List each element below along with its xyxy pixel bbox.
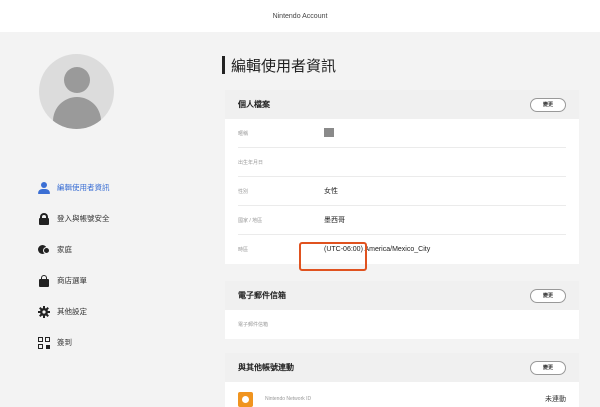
linked-accounts-header: 與其他帳號連動 變更: [225, 353, 579, 382]
sidebar-item-login-security[interactable]: 登入與帳號安全: [38, 203, 198, 234]
sidebar-item-edit-user-info[interactable]: 編輯使用者資訊: [38, 172, 198, 203]
sidebar-item-label: 家庭: [57, 245, 72, 254]
profile-row-country: 國家 / 地區 墨西哥: [238, 206, 566, 235]
profile-card-title: 個人檔案: [238, 100, 270, 109]
email-row: 電子郵件信箱: [238, 310, 566, 339]
profile-row-birthday: 出生年月日: [238, 148, 566, 177]
sidebar-item-label: 簽到: [57, 338, 72, 347]
qr-code-icon: [38, 336, 50, 349]
email-card: 電子郵件信箱 變更 電子郵件信箱: [225, 281, 579, 339]
gear-icon: [38, 305, 50, 318]
country-value: 墨西哥: [324, 217, 345, 224]
profile-row-gender: 性別 女性: [238, 177, 566, 206]
linked-account-status: 未連動: [545, 396, 566, 403]
profile-row-nickname: 暱稱: [238, 119, 566, 148]
field-label: 電子郵件信箱: [238, 322, 269, 328]
main-content: 編輯使用者資訊 個人檔案 變更 暱稱 出生年月日 性別 女性 國家 / 地區 墨…: [222, 32, 582, 407]
nickname-value: [324, 127, 334, 139]
lock-icon: [38, 212, 50, 225]
sidebar-item-label: 商店選單: [57, 276, 87, 285]
top-bar: Nintendo Account: [0, 0, 600, 32]
profile-card-header: 個人檔案 變更: [225, 90, 579, 119]
nintendo-network-icon: [238, 391, 253, 407]
field-label: 國家 / 地區: [238, 217, 263, 224]
avatar: [39, 54, 114, 129]
page-title-text: 編輯使用者資訊: [231, 57, 337, 75]
sidebar-item-label: 編輯使用者資訊: [57, 183, 110, 192]
page-title: 編輯使用者資訊: [222, 54, 336, 76]
app-title: Nintendo Account: [272, 12, 328, 20]
family-icon: [38, 244, 50, 256]
field-label: 性別: [238, 188, 249, 195]
sidebar-item-label: 登入與帳號安全: [57, 214, 110, 223]
profile-card: 個人檔案 變更 暱稱 出生年月日 性別 女性 國家 / 地區 墨西哥 時區 (U…: [225, 90, 579, 264]
field-label: 出生年月日: [238, 159, 264, 166]
redacted-block: [324, 127, 334, 137]
user-icon: [38, 181, 50, 194]
shopping-bag-icon: [38, 274, 50, 287]
profile-row-timezone: 時區 (UTC-06:00) America/Mexico_City: [238, 235, 566, 264]
profile-edit-button[interactable]: 變更: [530, 97, 566, 112]
gender-value: 女性: [324, 188, 338, 195]
sidebar-item-family[interactable]: 家庭: [38, 234, 198, 265]
email-card-title: 電子郵件信箱: [238, 291, 286, 300]
sidebar-nav: 編輯使用者資訊 登入與帳號安全 家庭 商店選單 其他設定 簽到: [38, 172, 198, 358]
sidebar-item-check-in[interactable]: 簽到: [38, 327, 198, 358]
linked-account-row: Nintendo Network ID 未連動: [238, 382, 566, 407]
sidebar-item-label: 其他設定: [57, 307, 87, 316]
linked-edit-button[interactable]: 變更: [530, 360, 566, 375]
country-highlight-box: [299, 242, 367, 271]
linked-accounts-title: 與其他帳號連動: [238, 363, 294, 372]
email-card-header: 電子郵件信箱 變更: [225, 281, 579, 310]
field-label: 暱稱: [238, 130, 249, 137]
linked-account-name: Nintendo Network ID: [265, 396, 312, 402]
email-edit-button[interactable]: 變更: [530, 288, 566, 303]
linked-accounts-card: 與其他帳號連動 變更 Nintendo Network ID 未連動: [225, 353, 579, 407]
sidebar-item-shop-menu[interactable]: 商店選單: [38, 265, 198, 296]
sidebar: 編輯使用者資訊 登入與帳號安全 家庭 商店選單 其他設定 簽到: [0, 32, 205, 407]
sidebar-item-other-settings[interactable]: 其他設定: [38, 296, 198, 327]
